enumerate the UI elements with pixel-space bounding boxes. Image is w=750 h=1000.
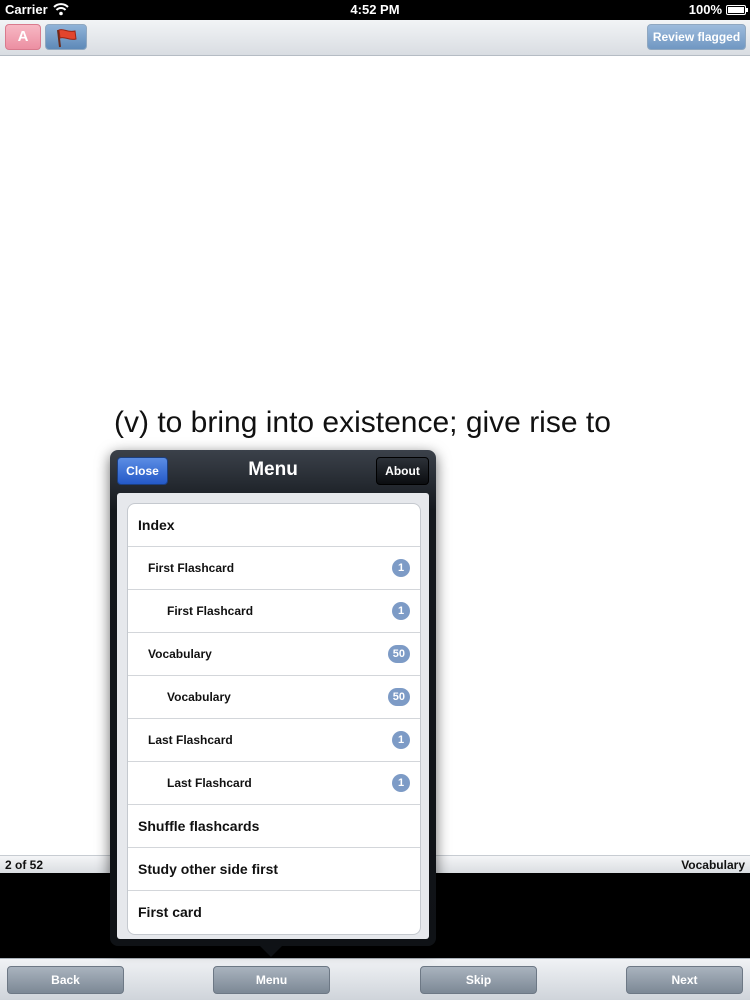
menu-item-label: Study other side first	[138, 861, 279, 877]
menu-item-last-flashcard-section[interactable]: Last Flashcard 1	[128, 719, 420, 762]
flag-icon	[57, 29, 77, 48]
menu-list: Index First Flashcard 1 First Flashcard …	[127, 503, 421, 935]
menu-header: Close Menu About	[110, 450, 436, 492]
popover-arrow	[258, 944, 284, 957]
menu-item-study-other-side[interactable]: Study other side first	[128, 848, 420, 891]
menu-item-first-flashcard-section[interactable]: First Flashcard 1	[128, 547, 420, 590]
menu-item-index[interactable]: Index	[128, 504, 420, 547]
menu-item-label: First Flashcard	[148, 561, 235, 575]
status-bar: Carrier 4:52 PM 100%	[0, 0, 750, 20]
back-button[interactable]: Back	[7, 966, 124, 994]
next-button[interactable]: Next	[626, 966, 743, 994]
menu-item-label: Last Flashcard	[167, 776, 252, 790]
menu-item-label: Vocabulary	[148, 647, 212, 661]
menu-item-label: Vocabulary	[167, 690, 231, 704]
menu-item-label: Index	[138, 517, 175, 533]
battery-percentage: 100%	[688, 2, 722, 17]
menu-item-label: First card	[138, 904, 202, 920]
count-badge: 1	[392, 559, 410, 577]
top-toolbar: A Review flagged	[0, 20, 750, 56]
review-flagged-button[interactable]: Review flagged	[647, 24, 746, 50]
font-button[interactable]: A	[5, 24, 41, 50]
menu-item-first-flashcard[interactable]: First Flashcard 1	[128, 590, 420, 633]
count-badge: 50	[387, 688, 410, 706]
menu-item-label: Last Flashcard	[148, 733, 233, 747]
menu-item-label: First Flashcard	[167, 604, 254, 618]
about-button[interactable]: About	[376, 457, 429, 485]
flashcard-text: (v) to bring into existence; give rise t…	[114, 406, 611, 439]
menu-item-label: Shuffle flashcards	[138, 818, 260, 834]
menu-item-shuffle[interactable]: Shuffle flashcards	[128, 805, 420, 848]
count-badge: 1	[392, 731, 410, 749]
bottom-toolbar: Back Menu Skip Next	[0, 958, 750, 1000]
menu-item-vocabulary-section[interactable]: Vocabulary 50	[128, 633, 420, 676]
menu-button[interactable]: Menu	[213, 966, 330, 994]
menu-item-last-flashcard[interactable]: Last Flashcard 1	[128, 762, 420, 805]
menu-popover: Close Menu About Index First Flashcard 1…	[110, 450, 436, 946]
count-badge: 1	[392, 602, 410, 620]
flag-button[interactable]	[45, 24, 87, 50]
menu-item-vocabulary[interactable]: Vocabulary 50	[128, 676, 420, 719]
battery-icon	[726, 5, 748, 15]
card-counter: 2 of 52	[5, 858, 44, 872]
menu-item-first-card[interactable]: First card	[128, 891, 420, 934]
clock: 4:52 PM	[350, 2, 400, 17]
menu-content[interactable]: Index First Flashcard 1 First Flashcard …	[117, 493, 429, 939]
count-badge: 1	[392, 774, 410, 792]
skip-button[interactable]: Skip	[420, 966, 537, 994]
deck-name: Vocabulary	[681, 858, 745, 872]
count-badge: 50	[387, 645, 410, 663]
